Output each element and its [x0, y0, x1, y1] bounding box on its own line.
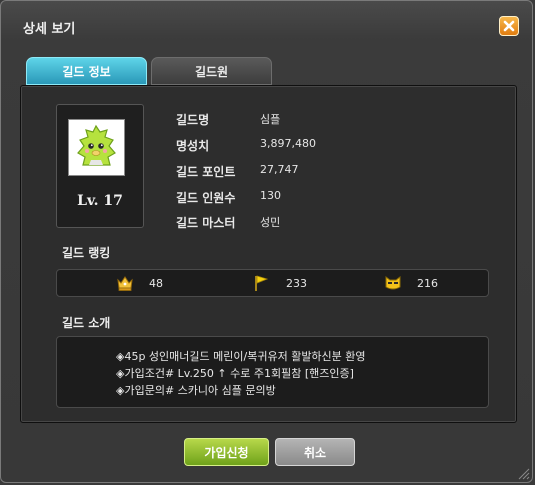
info-value: 27,747: [260, 163, 299, 176]
resize-grip-icon[interactable]: [516, 466, 530, 480]
rank-item-flag: [252, 272, 270, 294]
guild-emblem: [68, 119, 125, 176]
cat-mask-icon: [385, 276, 401, 290]
info-value: 성민: [260, 216, 281, 229]
tab-guild-members[interactable]: 길드원: [151, 57, 272, 85]
tab-guild-info[interactable]: 길드 정보: [26, 57, 147, 85]
intro-line: ◈가입문의# 스카니아 심플 문의방: [116, 384, 276, 397]
intro-title: 길드 소개: [62, 316, 111, 330]
info-key: 길드명: [176, 113, 210, 127]
close-button[interactable]: [499, 16, 519, 36]
rank-value-cat: 216: [417, 277, 438, 290]
info-key: 길드 마스터: [176, 216, 236, 230]
intro-line: ◈45p 성인매너길드 메린이/복귀유저 활발하신분 환영: [116, 350, 366, 363]
rank-item-cat: [384, 272, 402, 294]
intro-line: ◈가입조건# Lv.250 ↑ 수로 주1회필참 [핸즈인증]: [116, 367, 354, 380]
crown-icon: [117, 276, 133, 291]
close-icon: [503, 20, 515, 32]
cancel-button[interactable]: 취소: [275, 438, 355, 466]
rank-item-crown: [116, 272, 134, 294]
info-key: 길드 인원수: [176, 191, 236, 205]
slime-emblem-icon: [69, 120, 124, 175]
rank-value-crown: 48: [149, 277, 163, 290]
flag-icon: [255, 275, 269, 291]
guild-level: Lv. 17: [77, 193, 123, 209]
info-value: 3,897,480: [260, 137, 316, 150]
info-key: 길드 포인트: [176, 165, 236, 179]
info-value: 심플: [260, 113, 281, 126]
rank-value-flag: 233: [286, 277, 307, 290]
ranking-title: 길드 랭킹: [62, 246, 111, 260]
info-value: 130: [260, 189, 281, 202]
join-request-button[interactable]: 가입신청: [184, 438, 269, 466]
guild-detail-window: 상세 보기 길드 정보 길드원 Lv. 17 길드명 심플 명성치 3,897,…: [0, 0, 533, 483]
info-key: 명성치: [176, 139, 210, 153]
window-title: 상세 보기: [23, 22, 76, 37]
